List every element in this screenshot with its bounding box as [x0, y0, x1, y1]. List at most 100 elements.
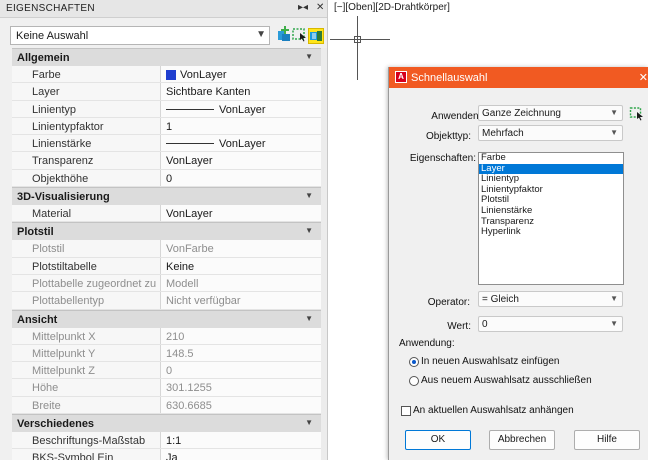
property-row[interactable]: Mittelpunkt X 210: [12, 327, 321, 345]
color-swatch: [166, 70, 176, 80]
property-row[interactable]: Farbe VonLayer: [12, 66, 321, 84]
property-value: Ja: [166, 452, 178, 460]
list-item[interactable]: Linienstärke: [479, 205, 623, 217]
viewport-controls[interactable]: [−][Oben][2D-Drahtkörper]: [334, 2, 450, 13]
property-value-cell[interactable]: Ja: [160, 449, 321, 460]
property-row[interactable]: Linienstärke VonLayer: [12, 135, 321, 153]
pickadd-icon[interactable]: [274, 25, 292, 43]
property-row[interactable]: Breite 630.6685: [12, 396, 321, 415]
value-dropdown[interactable]: 0 ▼: [478, 316, 623, 332]
category-name: Verschiedenes: [17, 418, 95, 431]
property-value-cell[interactable]: VonLayer: [160, 205, 321, 222]
close-icon[interactable]: ✕: [316, 2, 324, 13]
object-type-dropdown[interactable]: Mehrfach ▼: [478, 125, 623, 141]
property-value: 0: [166, 172, 173, 185]
property-row[interactable]: Objekthöhe 0: [12, 169, 321, 188]
chevron-down-icon: ▼: [305, 191, 313, 201]
ok-button[interactable]: OK: [405, 430, 471, 450]
property-row[interactable]: Transparenz VonLayer: [12, 152, 321, 170]
crosshair-vertical: [357, 16, 358, 80]
property-name: Material: [32, 208, 72, 221]
chevron-down-icon: ▼: [610, 319, 618, 328]
property-value: 1:1: [166, 435, 182, 448]
operator-dropdown[interactable]: = Gleich ▼: [478, 291, 623, 307]
operator-label: Operator:: [427, 297, 470, 308]
property-row[interactable]: BKS-Symbol Ein Ja: [12, 449, 321, 460]
property-value: 0: [166, 365, 173, 378]
property-value-cell[interactable]: VonLayer: [160, 66, 321, 83]
property-value-cell[interactable]: Sichtbare Kanten: [160, 83, 321, 100]
property-row[interactable]: Plottabelle zugeordnet zu Modell: [12, 274, 321, 293]
property-value: 630.6685: [166, 399, 212, 412]
palette-scrollbar[interactable]: [321, 48, 327, 460]
category-name: Ansicht: [17, 313, 58, 326]
quick-select-icon[interactable]: [308, 28, 324, 44]
property-name: Linientypfaktor: [32, 120, 104, 133]
quick-select-dialog: A Schnellauswahl ✕ Anwenden auf: Ganze Z…: [388, 67, 648, 460]
property-row[interactable]: Mittelpunkt Z 0: [12, 362, 321, 380]
radio-exclude[interactable]: [409, 376, 419, 386]
property-value-cell[interactable]: 0: [160, 169, 321, 187]
property-value-cell[interactable]: 148.5: [160, 344, 321, 362]
apply-to-dropdown[interactable]: Ganze Zeichnung ▼: [478, 105, 623, 121]
property-row[interactable]: Plottabellentyp Nicht verfügbar: [12, 292, 321, 310]
property-row[interactable]: Linientyp VonLayer: [12, 100, 321, 118]
pin-icon[interactable]: ▸◂: [298, 2, 308, 13]
category-ansicht[interactable]: Ansicht ▼: [12, 309, 321, 328]
property-row[interactable]: Plotstiltabelle Keine: [12, 257, 321, 275]
chevron-down-icon: ▼: [610, 108, 618, 117]
property-row[interactable]: Mittelpunkt Y 148.5: [12, 344, 321, 363]
property-value: Modell: [166, 277, 199, 290]
category-plotstil[interactable]: Plotstil ▼: [12, 222, 321, 241]
property-value: VonLayer: [180, 69, 227, 81]
property-value-cell[interactable]: 1: [160, 117, 321, 135]
append-checkbox[interactable]: [401, 406, 411, 416]
property-value-cell[interactable]: Nicht verfügbar: [160, 292, 321, 309]
property-row[interactable]: Höhe 301.1255: [12, 379, 321, 397]
property-value-cell[interactable]: VonLayer: [160, 135, 321, 152]
property-name: Plottabelle zugeordnet zu: [32, 277, 157, 290]
palette-title-bar: EIGENSCHAFTEN ▸◂ ✕: [0, 0, 327, 18]
property-name: Farbe: [32, 69, 61, 81]
property-value-cell[interactable]: VonFarbe: [160, 240, 321, 257]
dialog-title-bar[interactable]: A Schnellauswahl ✕: [389, 67, 648, 88]
property-value-cell[interactable]: 210: [160, 327, 321, 344]
select-objects-icon[interactable]: [629, 105, 645, 121]
category-allgemein[interactable]: Allgemein ▼: [12, 48, 321, 66]
list-item[interactable]: Hyperlink: [479, 227, 623, 238]
select-objects-icon[interactable]: [291, 25, 309, 43]
cancel-button[interactable]: Abbrechen: [489, 430, 555, 450]
property-value-cell[interactable]: VonLayer: [160, 100, 321, 117]
property-row[interactable]: Layer Sichtbare Kanten: [12, 83, 321, 101]
chevron-down-icon: ▼: [256, 29, 266, 40]
property-value: VonLayer: [166, 155, 213, 168]
category-name: Plotstil: [17, 226, 54, 239]
property-value-cell[interactable]: 1:1: [160, 432, 321, 449]
radio-include-label[interactable]: In neuen Auswahlsatz einfügen: [421, 356, 559, 367]
property-row[interactable]: Beschriftungs-Maßstab 1:1: [12, 432, 321, 450]
property-value-cell[interactable]: 630.6685: [160, 396, 321, 414]
property-value-cell[interactable]: VonLayer: [160, 152, 321, 169]
radio-include[interactable]: [409, 357, 419, 367]
object-type-value: Mehrfach: [482, 128, 524, 139]
radio-exclude-label[interactable]: Aus neuem Auswahlsatz ausschließen: [421, 375, 592, 386]
property-value-cell[interactable]: 301.1255: [160, 379, 321, 396]
properties-list[interactable]: Farbe Layer Linientyp Linientypfaktor Plotst…: [478, 152, 624, 285]
property-name: Beschriftungs-Maßstab: [32, 435, 146, 448]
property-value-cell[interactable]: Modell: [160, 274, 321, 292]
list-item[interactable]: Farbe: [479, 153, 623, 164]
append-checkbox-label[interactable]: An aktuellen Auswahlsatz anhängen: [413, 405, 574, 416]
property-value-cell[interactable]: Keine: [160, 257, 321, 274]
chevron-down-icon: ▼: [610, 128, 618, 137]
property-row[interactable]: Plotstil VonFarbe: [12, 240, 321, 258]
category-verschiedenes[interactable]: Verschiedenes ▼: [12, 414, 321, 433]
property-value-cell[interactable]: 0: [160, 362, 321, 379]
property-value: VonLayer: [166, 208, 213, 221]
dialog-close-icon[interactable]: ✕: [639, 71, 648, 84]
selection-dropdown[interactable]: Keine Auswahl ▼: [10, 26, 270, 45]
help-button[interactable]: Hilfe: [574, 430, 640, 450]
property-value: VonLayer: [219, 103, 266, 116]
property-row[interactable]: Linientypfaktor 1: [12, 117, 321, 136]
property-row[interactable]: Material VonLayer: [12, 205, 321, 223]
category-3d-visualisierung[interactable]: 3D-Visualisierung ▼: [12, 187, 321, 206]
